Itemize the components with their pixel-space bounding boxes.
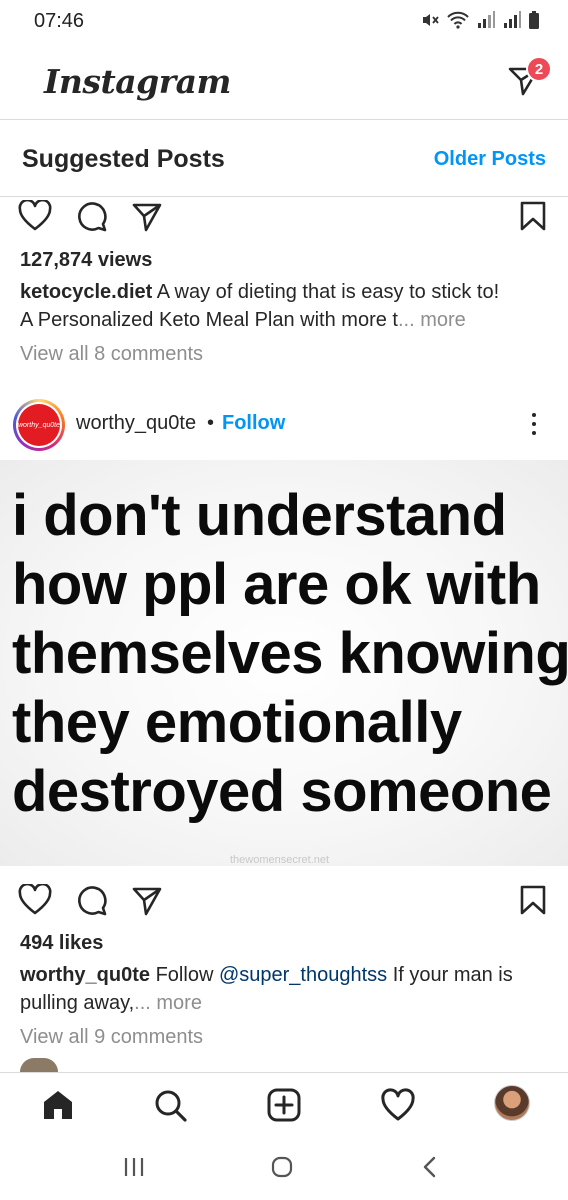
share-icon[interactable] [132, 202, 162, 232]
caption-text: If your man is [392, 964, 513, 986]
post-username[interactable]: worthy_qu0te [76, 412, 196, 435]
caption-text: A Personalized Keto Meal Plan with more … [20, 309, 398, 331]
follow-button[interactable]: Follow [222, 412, 285, 435]
suggested-posts-header: Suggested Posts Older Posts [0, 121, 568, 197]
status-time: 07:46 [34, 10, 85, 32]
post-actions [0, 196, 568, 240]
post-image[interactable]: i don't understand how ppl are ok with t… [0, 460, 568, 866]
recent-apps-icon[interactable] [122, 1156, 146, 1178]
post-caption-line2: pulling away,... more [20, 992, 202, 1015]
caption-text: Follow [155, 964, 214, 986]
system-nav-bar [0, 1136, 568, 1200]
caption-ellipsis: ... [134, 992, 151, 1014]
caption-text: pulling away, [20, 992, 135, 1014]
wifi-icon [447, 11, 469, 29]
share-icon[interactable] [132, 886, 162, 916]
more-link[interactable]: more [156, 992, 202, 1014]
bookmark-icon[interactable] [520, 885, 546, 915]
avatar[interactable]: worthy_qu0te [13, 399, 65, 451]
comment-icon[interactable] [76, 884, 108, 916]
app-header: Instagram 2 [0, 44, 568, 120]
section-title: Suggested Posts [22, 145, 225, 173]
watermark: thewomensecret.net [230, 854, 330, 866]
post-actions [0, 880, 568, 924]
profile-avatar[interactable] [494, 1085, 530, 1121]
post-caption: worthy_qu0te Follow @super_thoughtss If … [20, 964, 513, 987]
likes-count[interactable]: 494 likes [20, 932, 103, 955]
older-posts-link[interactable]: Older Posts [434, 148, 546, 171]
more-options-icon[interactable] [529, 409, 539, 439]
direct-messages-button[interactable]: 2 [506, 56, 552, 102]
search-icon[interactable] [152, 1087, 188, 1123]
next-post-avatar[interactable] [20, 1058, 58, 1072]
mention-link[interactable]: @super_thoughtss [219, 964, 387, 986]
status-bar: 07:46 [0, 0, 568, 44]
post-caption: ketocycle.diet A way of dieting that is … [20, 281, 499, 304]
home-icon[interactable] [40, 1087, 76, 1123]
caption-ellipsis: ... [397, 309, 415, 331]
battery-icon [529, 11, 539, 29]
post-header: worthy_qu0te worthy_qu0te • Follow [0, 395, 568, 459]
quote-line: i don't understand [12, 483, 507, 548]
caption-text: A way of dieting that is easy to stick t… [156, 281, 500, 303]
avatar-image: worthy_qu0te [18, 404, 60, 446]
heart-icon[interactable] [18, 200, 52, 232]
add-post-icon[interactable] [266, 1087, 302, 1123]
quote-line: how ppl are ok with [12, 552, 541, 617]
view-comments-link[interactable]: View all 8 comments [20, 343, 203, 366]
instagram-logo[interactable]: Instagram [44, 62, 231, 101]
views-count: 127,874 views [20, 249, 153, 271]
bookmark-icon[interactable] [520, 201, 546, 231]
quote-line: themselves knowing [12, 621, 568, 686]
status-icons [420, 10, 540, 30]
comment-icon[interactable] [76, 200, 108, 232]
caption-username[interactable]: worthy_qu0te [20, 964, 150, 986]
post-caption-line2: A Personalized Keto Meal Plan with more … [20, 309, 466, 332]
back-icon[interactable] [420, 1155, 440, 1179]
notification-badge: 2 [526, 56, 552, 82]
view-comments-link[interactable]: View all 9 comments [20, 1026, 203, 1049]
heart-icon[interactable] [18, 884, 52, 916]
separator-dot: • [207, 412, 215, 434]
more-link[interactable]: more [420, 309, 466, 331]
bottom-nav [0, 1072, 568, 1136]
quote-line: they emotionally [12, 690, 462, 755]
quote-line: destroyed someone [12, 759, 552, 824]
signal-icon [478, 11, 495, 28]
activity-heart-icon[interactable] [380, 1087, 416, 1123]
caption-username[interactable]: ketocycle.diet [20, 281, 152, 303]
mute-icon [423, 14, 439, 26]
home-circle-icon[interactable] [270, 1155, 294, 1179]
signal-icon [504, 11, 521, 28]
